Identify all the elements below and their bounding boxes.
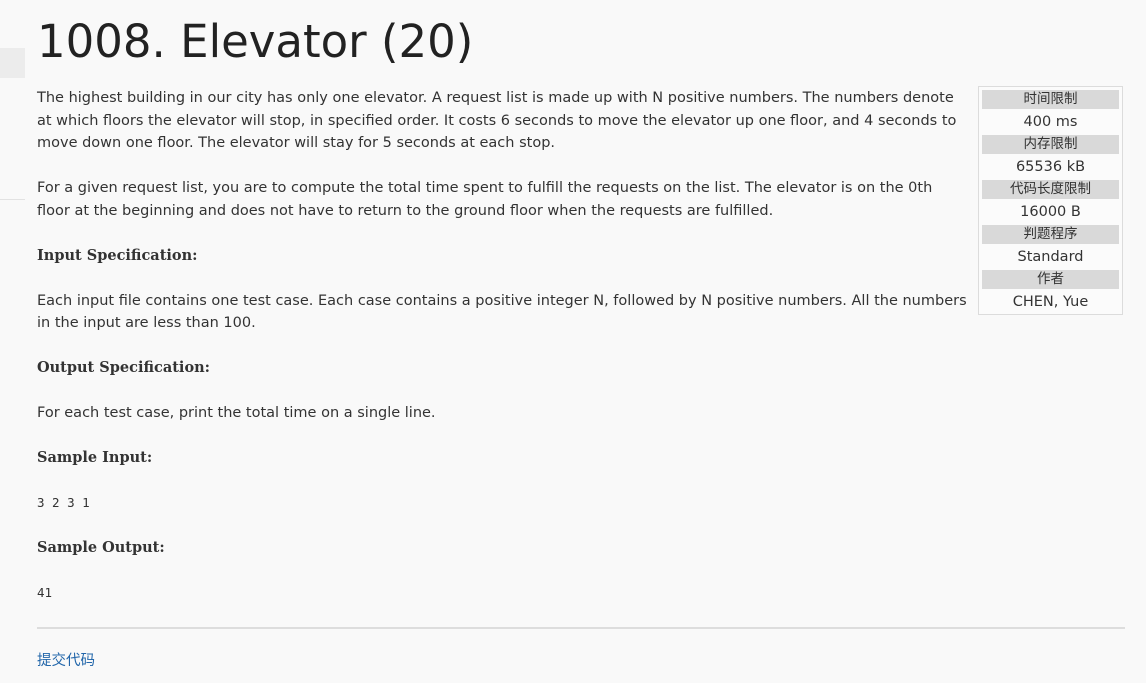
- sample-input-heading: Sample Input:: [37, 449, 153, 466]
- problem-content: The highest building in our city has onl…: [37, 87, 969, 605]
- memory-limit-value: 65536 kB: [1015, 159, 1086, 175]
- judge-program-value: Standard: [1017, 249, 1084, 265]
- sample-input-code: 3 2 3 1: [37, 495, 90, 510]
- output-spec-text: For each test case, print the total time…: [37, 405, 436, 421]
- side-tab: [0, 48, 25, 78]
- time-limit-label: 时间限制: [982, 90, 1119, 109]
- submit-code-link[interactable]: 提交代码: [37, 650, 95, 672]
- footer-divider: [37, 627, 1125, 629]
- output-spec-heading: Output Specification:: [37, 359, 211, 376]
- limits-panel: 时间限制 400 ms 内存限制 65536 kB 代码长度限制 16000 B…: [978, 86, 1123, 315]
- memory-limit-label: 内存限制: [982, 135, 1119, 154]
- side-divider: [0, 199, 25, 200]
- description-paragraph: The highest building in our city has onl…: [37, 90, 957, 151]
- code-length-limit-value: 16000 B: [1020, 204, 1081, 220]
- time-limit-value: 400 ms: [1023, 114, 1078, 130]
- judge-program-label: 判题程序: [982, 225, 1119, 244]
- description-paragraph: For a given request list, you are to com…: [37, 180, 933, 219]
- code-length-limit-label: 代码长度限制: [982, 180, 1119, 199]
- author-value: CHEN, Yue: [1012, 294, 1089, 310]
- sample-output-code: 41: [37, 585, 53, 600]
- input-spec-heading: Input Specification:: [37, 246, 198, 264]
- author-label: 作者: [982, 270, 1119, 289]
- input-spec-text: Each input file contains one test case. …: [37, 292, 967, 332]
- page-title: 1008. Elevator (20): [37, 15, 474, 68]
- sample-output-heading: Sample Output:: [37, 539, 165, 556]
